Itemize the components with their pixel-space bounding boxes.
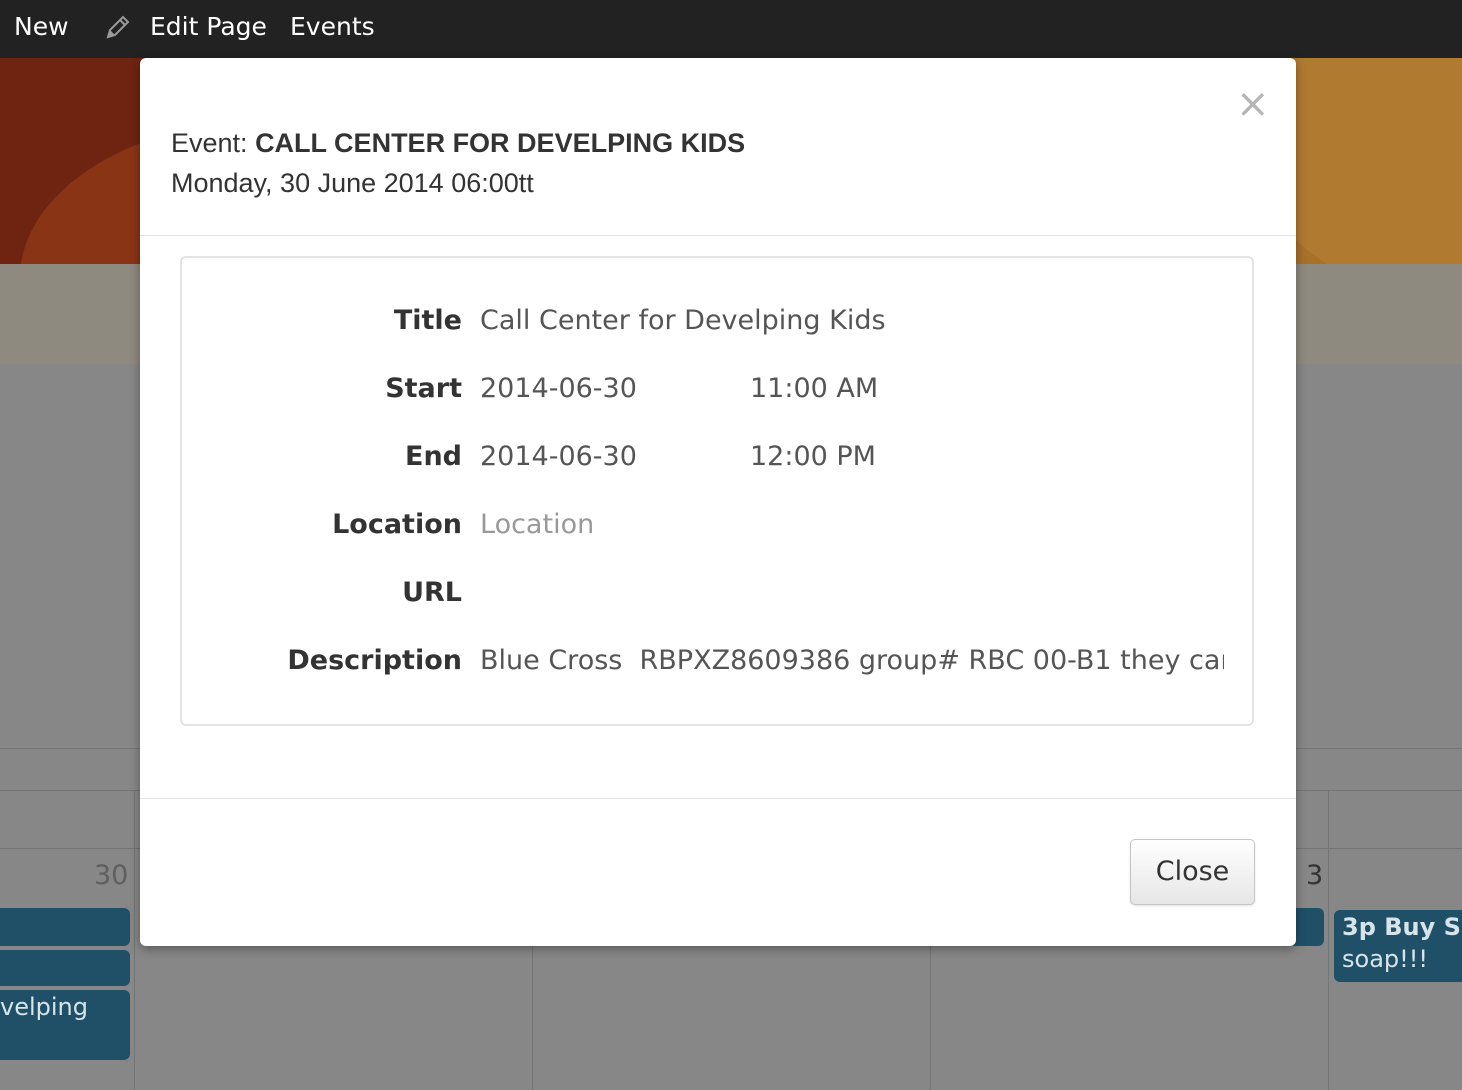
close-icon[interactable]: × bbox=[1236, 84, 1270, 124]
calendar-event-label: 3p Buy Sha bbox=[1342, 913, 1462, 941]
description-label: Description bbox=[287, 645, 462, 676]
location-label: Location bbox=[332, 509, 462, 540]
url-row: URL bbox=[182, 573, 1252, 613]
day-number-30: 30 bbox=[94, 860, 129, 891]
url-label: URL bbox=[402, 577, 462, 608]
start-time-value[interactable]: 11:00 AM bbox=[750, 369, 878, 409]
calendar-event-label: velping bbox=[0, 993, 88, 1021]
start-row: Start 2014-06-30 11:00 AM bbox=[182, 369, 1252, 409]
modal-title-prefix: Event: bbox=[171, 128, 248, 158]
edit-page-link[interactable]: Edit Page bbox=[150, 12, 267, 42]
event-modal: × Event: CALL CENTER FOR DEVELPING KIDS … bbox=[140, 58, 1296, 946]
end-date-value[interactable]: 2014-06-30 bbox=[480, 437, 637, 477]
new-link[interactable]: New bbox=[14, 12, 69, 42]
modal-header: × Event: CALL CENTER FOR DEVELPING KIDS … bbox=[140, 58, 1296, 236]
title-value[interactable]: Call Center for Develping Kids bbox=[480, 301, 886, 341]
start-date-value[interactable]: 2014-06-30 bbox=[480, 369, 637, 409]
calendar-event-buy[interactable]: 3p Buy Sha soap!!! bbox=[1334, 910, 1462, 982]
location-field[interactable]: Location bbox=[480, 505, 594, 545]
close-button[interactable]: Close bbox=[1130, 839, 1255, 905]
modal-title-event: CALL CENTER FOR DEVELPING KIDS bbox=[255, 128, 746, 158]
calendar-event[interactable]: velping bbox=[0, 990, 130, 1060]
pencil-icon[interactable] bbox=[102, 11, 134, 43]
admin-bar: New Edit Page Events bbox=[0, 0, 1462, 58]
modal-subtitle-date: Monday, 30 June 2014 06:00tt bbox=[171, 168, 534, 198]
end-time-value[interactable]: 12:00 PM bbox=[750, 437, 876, 477]
start-label: Start bbox=[385, 373, 462, 404]
calendar-event[interactable] bbox=[0, 908, 130, 946]
description-row: Description Blue Cross RBPXZ8609386 grou… bbox=[182, 641, 1252, 681]
end-label: End bbox=[405, 441, 462, 472]
location-row: Location Location bbox=[182, 505, 1252, 545]
title-label: Title bbox=[393, 305, 462, 336]
calendar-event-label: soap!!! bbox=[1342, 945, 1428, 973]
end-row: End 2014-06-30 12:00 PM bbox=[182, 437, 1252, 477]
event-details-panel: Title Call Center for Develping Kids Sta… bbox=[180, 256, 1254, 726]
modal-footer-divider bbox=[140, 798, 1296, 799]
description-field[interactable]: Blue Cross RBPXZ8609386 group# RBC 00-B1… bbox=[480, 641, 1224, 681]
calendar-event[interactable] bbox=[0, 950, 130, 986]
modal-title: Event: CALL CENTER FOR DEVELPING KIDS bbox=[171, 128, 745, 159]
events-link[interactable]: Events bbox=[290, 12, 375, 42]
title-row: Title Call Center for Develping Kids bbox=[182, 301, 1252, 341]
description-value: Blue Cross RBPXZ8609386 group# RBC 00-B1… bbox=[480, 645, 1224, 676]
day-number-3: 3 bbox=[1306, 860, 1324, 891]
